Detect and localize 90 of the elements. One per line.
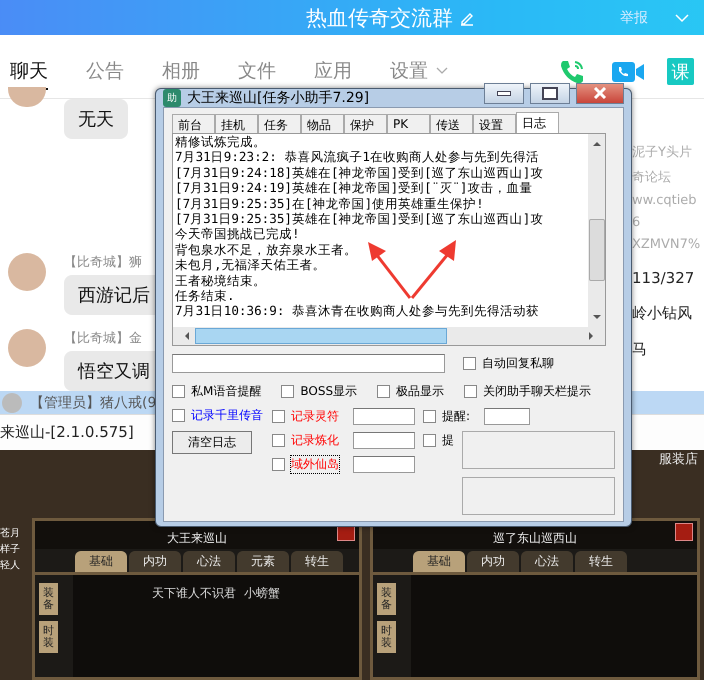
record-checkbox[interactable]: 记录灵符: [272, 408, 339, 424]
message-input[interactable]: [172, 354, 445, 373]
value-input[interactable]: [353, 432, 415, 448]
chat-text: 113/327: [632, 269, 696, 287]
sender-name: 【比奇城】狮: [64, 254, 142, 271]
record-checkbox[interactable]: 域外仙岛: [272, 456, 339, 472]
player-name: 苍月: [0, 526, 21, 540]
group-title: 热血传奇交流群: [306, 4, 453, 32]
minimize-button[interactable]: [484, 82, 524, 104]
helper-tab[interactable]: 日志: [516, 112, 559, 133]
log-line: 任务结束.: [175, 288, 236, 304]
log-line: [7月31日9:25:35]在[神龙帝国]使用英雄重生保护!: [175, 196, 485, 212]
alert-input[interactable]: [484, 408, 530, 424]
shop-label[interactable]: 服装店: [659, 450, 698, 468]
chat-tab[interactable]: 相册: [162, 54, 200, 90]
log-line: 7月31日9:23:2: 恭喜风流疯子1在收购商人处参与先到先得活: [175, 149, 540, 165]
option-checkbox[interactable]: 关闭助手聊天栏提示: [464, 383, 592, 400]
close-button[interactable]: [576, 82, 624, 104]
horizontal-scrollbar[interactable]: [173, 327, 605, 345]
log-line: 背包泉水不足，放弃泉水王者。: [175, 242, 358, 258]
chat-tab[interactable]: 应用: [314, 54, 352, 90]
window-title: 大王来巡山[任务小助手7.29]: [187, 89, 370, 107]
vertical-scrollbar[interactable]: [588, 134, 605, 327]
panel-tab[interactable]: 基础: [413, 551, 465, 572]
character-motto: 天下谁人不识君 小螃蟹: [152, 585, 280, 602]
panel-tab[interactable]: 转生: [291, 551, 343, 572]
chevron-down-icon: [436, 66, 448, 74]
alert-checkbox[interactable]: 提醒:: [423, 408, 530, 424]
alert-checkbox[interactable]: 提: [423, 432, 454, 448]
chat-text: 马: [632, 340, 648, 359]
option-checkbox[interactable]: 私M语音提醒: [172, 383, 262, 400]
record-checkbox[interactable]: 记录炼化: [272, 432, 339, 448]
chat-tab[interactable]: 公告: [86, 54, 124, 90]
log-textbox[interactable]: [172, 133, 606, 346]
clear-log-button[interactable]: 清空日志: [172, 431, 252, 454]
log-line: [7月31日9:24:19]英雄在[神龙帝国]受到[¨灭¨]攻击，血量: [175, 180, 534, 196]
chat-text: 岭小钻风: [632, 304, 693, 323]
helper-tab[interactable]: 传送: [430, 114, 473, 133]
helper-tab[interactable]: 挂机: [215, 114, 258, 133]
auto-reply-checkbox[interactable]: 自动回复私聊: [463, 355, 554, 372]
log-line: 7月31日10:36:9: 恭喜沐青在收购商人处参与先到先得活动获: [175, 303, 540, 319]
side-tab[interactable]: 时装: [39, 621, 58, 654]
record-checkbox[interactable]: 记录千里传音: [172, 407, 263, 424]
panel-tab[interactable]: 内功: [129, 551, 181, 572]
character-name: 大王来巡山: [167, 530, 227, 547]
panel-tab[interactable]: 心法: [183, 551, 235, 572]
panel-tab[interactable]: 基础: [75, 551, 127, 572]
avatar: [2, 392, 22, 412]
player-name: 轻人: [0, 559, 21, 572]
panel-tab[interactable]: 心法: [521, 551, 573, 572]
helper-tab[interactable]: 设置: [473, 114, 516, 133]
video-camera-icon[interactable]: [611, 60, 645, 84]
arrow: [368, 242, 412, 299]
option-checkbox[interactable]: BOSS显示: [281, 383, 358, 400]
helper-tab[interactable]: 保护: [344, 114, 387, 133]
value-input[interactable]: [353, 408, 415, 424]
chat-tab[interactable]: 文件: [238, 54, 276, 90]
sender-name: 【比奇城】金: [64, 330, 142, 347]
panel-tab[interactable]: 内功: [467, 551, 519, 572]
log-line: 精修试炼完成。: [175, 134, 267, 150]
chat-text: ww.cqtieb: [632, 193, 698, 208]
chat-tab[interactable]: 设置: [390, 54, 448, 90]
arrow: [410, 240, 456, 299]
helper-tab[interactable]: 任务: [258, 114, 301, 133]
log-line: [7月31日9:25:35]英雄在[神龙帝国]受到[巡了东山巡西山]攻: [175, 211, 544, 226]
log-line: 今天帝国挑战已完成!: [175, 226, 301, 242]
chat-text: 奇论坛: [632, 169, 672, 186]
log-line: 王者秘境结束。: [175, 272, 267, 288]
chat-text: 泥子Y头片: [632, 144, 693, 161]
option-checkbox[interactable]: 极品显示: [377, 383, 444, 400]
side-tab[interactable]: 装备: [377, 583, 396, 616]
side-tab[interactable]: 时装: [377, 621, 396, 654]
value-input[interactable]: [353, 456, 415, 472]
sender-name: 【管理员】猪八戒(9: [30, 394, 156, 412]
panel-tab[interactable]: 元素: [237, 551, 289, 572]
app-icon: 助: [163, 89, 181, 107]
helper-tab[interactable]: 前台: [172, 114, 215, 133]
helper-tab[interactable]: 物品: [301, 114, 344, 133]
panel-tab[interactable]: 转生: [575, 551, 627, 572]
message-bubble: 无天: [64, 99, 128, 139]
side-tab[interactable]: 装备: [39, 583, 58, 616]
player-name: 样子: [0, 542, 21, 556]
game-window-title: 来巡山-[2.1.0.575]: [0, 423, 134, 442]
chat-text: 6: [632, 215, 642, 230]
helper-tab[interactable]: PK: [387, 114, 430, 133]
log-line: [7月31日9:24:18]英雄在[神龙帝国]受到[巡了东山巡西山]攻: [175, 164, 544, 180]
maximize-button[interactable]: [530, 82, 570, 104]
log-line: 未包月,无福泽天佑王者。: [175, 257, 327, 273]
character-name: 巡了东山巡西山: [493, 530, 577, 547]
chat-text: XZMVN7%: [632, 237, 702, 252]
